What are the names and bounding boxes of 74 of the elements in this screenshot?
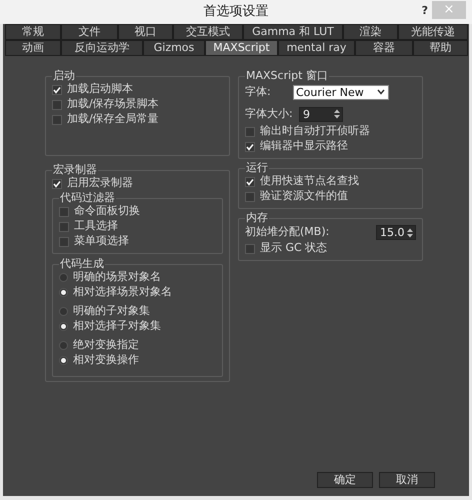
tab[interactable]: 光能传递 — [398, 24, 468, 40]
dialog-button[interactable]: 取消 — [379, 472, 435, 488]
tab[interactable]: 视口 — [118, 24, 173, 40]
tab[interactable]: 动画 — [5, 40, 61, 56]
checkbox-label: 加载/保存全局常量 — [67, 111, 159, 128]
tab[interactable]: Gamma 和 LUT — [243, 24, 343, 40]
tab[interactable]: 交互模式 — [173, 24, 243, 40]
radio-label: 相对选择场景对象名 — [73, 284, 172, 300]
font-dropdown[interactable]: Courier New — [293, 84, 389, 100]
tab[interactable]: 常规 — [5, 24, 61, 40]
heap-spinner[interactable]: 15.0 — [376, 225, 416, 240]
checkbox-label: 启用宏录制器 — [67, 175, 133, 192]
checkbox[interactable] — [52, 178, 62, 188]
field-label: 初始堆分配(MB): — [245, 224, 330, 240]
checkbox-label: 加载/保存场景脚本 — [67, 96, 159, 112]
tab[interactable]: 文件 — [61, 24, 118, 40]
checkbox[interactable] — [245, 126, 255, 136]
spinner-arrows-icon — [333, 108, 341, 120]
radio-label: 相对变换操作 — [73, 352, 139, 368]
checkbox-label: 编辑器中显示路径 — [260, 138, 348, 154]
tab[interactable]: 帮助 — [413, 40, 468, 56]
tab[interactable]: MAXScript — [205, 40, 278, 56]
radio-button[interactable] — [59, 288, 68, 297]
radio-label: 相对选择子对象集 — [73, 318, 161, 334]
dialog-button[interactable]: 确定 — [317, 472, 373, 488]
checkbox[interactable] — [245, 192, 255, 202]
radio-button[interactable] — [59, 356, 68, 365]
tab[interactable]: Gizmos — [143, 40, 205, 56]
radio-button[interactable] — [59, 322, 68, 331]
checkbox-label: 加载启动脚本 — [67, 81, 133, 98]
tab[interactable]: 渲染 — [343, 24, 398, 40]
field-label: 字体大小: — [245, 106, 294, 122]
group-title: 宏录制器 — [52, 164, 98, 176]
checkbox-label: 命令面板切换 — [74, 203, 140, 220]
check-icon — [246, 178, 254, 186]
field-label: 字体: — [245, 84, 272, 100]
checkbox-label: 输出时自动打开侦听器 — [260, 123, 370, 140]
group-title: 代码过滤器 — [59, 192, 116, 204]
group-title: 代码生成 — [59, 258, 105, 270]
checkbox-label: 工具选择 — [74, 218, 118, 234]
checkbox-label: 菜单项选择 — [74, 233, 129, 250]
group-title: 内存 — [245, 212, 269, 224]
tab[interactable]: 反向运动学 — [61, 40, 143, 56]
font-size-spinner[interactable]: 9 — [299, 106, 343, 122]
checkbox-label: 验证资源文件的值 — [260, 188, 348, 204]
checkbox[interactable] — [245, 244, 255, 254]
help-button[interactable]: ? — [422, 3, 428, 20]
checkbox[interactable] — [52, 84, 62, 94]
checkbox[interactable] — [59, 222, 69, 232]
checkbox-label: 显示 GC 状态 — [260, 240, 328, 256]
checkbox[interactable] — [52, 100, 62, 110]
checkbox[interactable] — [59, 236, 69, 246]
radio-label: 明确的子对象集 — [73, 303, 150, 320]
checkbox-label: 使用快速节点名查找 — [260, 173, 359, 190]
group-title: 运行 — [245, 162, 269, 174]
radio-button[interactable] — [59, 307, 68, 316]
chevron-down-icon — [377, 89, 385, 95]
radio-button[interactable] — [59, 341, 68, 350]
window-title: 首选项设置 — [204, 3, 268, 22]
spinner-arrows-icon — [406, 226, 414, 238]
radio-label: 明确的场景对象名 — [73, 269, 161, 286]
radio-button[interactable] — [59, 273, 68, 282]
checkbox[interactable] — [245, 142, 255, 152]
tab[interactable]: 容器 — [355, 40, 413, 56]
check-icon — [246, 142, 254, 150]
tab[interactable]: mental ray — [278, 40, 355, 56]
checkbox[interactable] — [245, 176, 255, 186]
checkbox[interactable] — [52, 114, 62, 124]
radio-label: 绝对变换指定 — [73, 337, 139, 354]
group-title: 启动 — [52, 70, 76, 82]
check-icon — [53, 180, 61, 188]
group-title: MAXScript 窗口 — [245, 70, 329, 82]
check-icon — [53, 86, 61, 94]
checkbox[interactable] — [59, 206, 69, 216]
